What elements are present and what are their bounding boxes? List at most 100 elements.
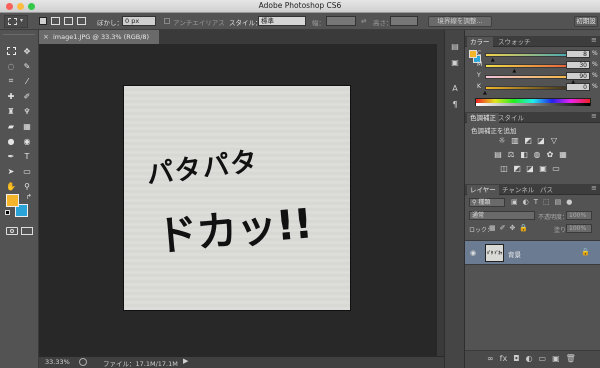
lock-image-icon[interactable]: ✐ — [500, 224, 506, 232]
value-k[interactable]: 0 — [566, 83, 590, 91]
marquee-tool-icon[interactable] — [3, 44, 19, 58]
intersect-selection-icon[interactable] — [77, 17, 86, 25]
pen-tool-icon[interactable]: ✒ — [3, 149, 19, 163]
filter-pixel-icon[interactable]: ▣ — [511, 198, 518, 206]
canvas-area[interactable]: パタパタ ドカッ!! — [39, 44, 437, 356]
style-select[interactable]: 標準 — [258, 16, 306, 26]
panel-menu-icon[interactable]: ≡ — [591, 36, 597, 44]
slider-thumb-y[interactable]: ▲ — [571, 80, 576, 85]
lock-transparent-icon[interactable]: ▦ — [489, 224, 496, 232]
hand-tool-icon[interactable]: ✋ — [3, 179, 19, 193]
value-c[interactable]: 8 — [566, 50, 590, 58]
width-input[interactable] — [326, 16, 356, 26]
workspace-button[interactable]: 初期設 — [574, 16, 598, 27]
exposure-adjustment-icon[interactable]: ◪ — [536, 137, 546, 145]
document-tab[interactable]: × image1.JPG @ 33.3% (RGB/8) — [39, 30, 159, 44]
tab-layers[interactable]: レイヤー — [467, 185, 499, 195]
vertical-scrollbar[interactable] — [437, 44, 444, 356]
curves-adjustment-icon[interactable]: ◩ — [523, 137, 533, 145]
layer-name[interactable]: 背景 — [508, 249, 521, 259]
blend-mode-select[interactable]: 通常 — [469, 211, 535, 220]
eraser-tool-icon[interactable]: ▰ — [3, 119, 19, 133]
swap-colors-icon[interactable]: ↱ — [26, 193, 32, 201]
threshold-adjustment-icon[interactable]: ◪ — [525, 165, 535, 173]
panel-menu-icon[interactable]: ≡ — [591, 184, 597, 192]
slider-thumb-c[interactable]: ▲ — [491, 58, 496, 63]
selective-color-adjustment-icon[interactable]: ▣ — [538, 165, 548, 173]
character-panel-icon[interactable]: A — [448, 84, 462, 96]
swap-icon[interactable]: ⇄ — [361, 17, 366, 25]
default-colors-icon[interactable] — [5, 210, 10, 215]
new-layer-icon[interactable]: ▣ — [552, 354, 560, 363]
zoom-level[interactable]: 33.33% — [45, 358, 70, 366]
document-image[interactable]: パタパタ ドカッ!! — [124, 86, 350, 310]
refine-edge-button[interactable]: 境界線を調整... — [428, 16, 492, 27]
new-adjustment-layer-icon[interactable]: ◐ — [526, 354, 533, 363]
filter-smart-icon[interactable]: ▤ — [555, 198, 562, 206]
clone-stamp-tool-icon[interactable]: ♜ — [3, 104, 19, 118]
slider-thumb-k[interactable]: ▲ — [483, 91, 488, 96]
type-tool-icon[interactable]: T — [19, 149, 35, 163]
black-white-adjustment-icon[interactable]: ◧ — [519, 151, 529, 159]
filter-toggle-icon[interactable]: ● — [566, 198, 572, 206]
value-m[interactable]: 30 — [566, 61, 590, 69]
lasso-tool-icon[interactable]: ◌ — [3, 59, 19, 73]
filter-type-icon[interactable]: T — [534, 198, 538, 206]
opacity-input[interactable]: 100% — [566, 211, 592, 220]
gradient-tool-icon[interactable]: ▦ — [19, 119, 35, 133]
panel-menu-icon[interactable]: ≡ — [591, 112, 597, 120]
filter-adjust-icon[interactable]: ◐ — [523, 198, 529, 206]
screen-mode-icon[interactable] — [21, 227, 33, 235]
close-tab-icon[interactable]: × — [43, 30, 49, 44]
move-tool-icon[interactable]: ✥ — [19, 44, 35, 58]
tab-paths[interactable]: パス — [537, 185, 556, 195]
history-brush-tool-icon[interactable]: ♆ — [19, 104, 35, 118]
slider-thumb-m[interactable]: ▲ — [512, 69, 517, 74]
panel-foreground-swatch[interactable] — [469, 50, 477, 58]
photo-filter-adjustment-icon[interactable]: ◍ — [532, 151, 542, 159]
tab-swatches[interactable]: スウォッチ — [495, 37, 534, 47]
crop-tool-icon[interactable]: ⌗ — [3, 74, 19, 88]
new-group-icon[interactable]: ▭ — [539, 354, 547, 363]
rectangle-tool-icon[interactable]: ▭ — [19, 164, 35, 178]
filter-shape-icon[interactable]: ⬚ — [543, 198, 550, 206]
history-panel-icon[interactable]: ▤ — [448, 42, 462, 54]
posterize-adjustment-icon[interactable]: ◩ — [512, 165, 522, 173]
fill-input[interactable]: 100% — [566, 224, 592, 233]
paragraph-panel-icon[interactable]: ¶ — [448, 100, 462, 112]
dodge-tool-icon[interactable]: ◉ — [19, 134, 35, 148]
lock-all-icon[interactable]: 🔒 — [519, 224, 528, 232]
feather-input[interactable]: 0 px — [122, 16, 156, 26]
link-layers-icon[interactable]: ∞ — [487, 354, 494, 363]
add-selection-icon[interactable] — [51, 17, 60, 25]
healing-brush-tool-icon[interactable]: ✚ — [3, 89, 19, 103]
eyedropper-tool-icon[interactable]: ⁄ — [19, 74, 35, 88]
gradient-map-adjustment-icon[interactable]: ▭ — [551, 165, 561, 173]
levels-adjustment-icon[interactable]: ▥ — [510, 137, 520, 145]
tab-color[interactable]: カラー — [467, 37, 493, 47]
add-mask-icon[interactable]: ◘ — [513, 354, 519, 363]
layer-row-background[interactable]: ◉ ﾊﾟﾀ ﾄﾞｶｯ 背景 🔒 — [465, 240, 600, 265]
delete-layer-icon[interactable]: 🗑 — [566, 354, 576, 363]
brush-tool-icon[interactable]: ✐ — [19, 89, 35, 103]
layer-visibility-eye-icon[interactable]: ◉ — [470, 249, 476, 257]
hue-adjustment-icon[interactable]: ▤ — [493, 151, 503, 159]
color-spectrum-ramp[interactable] — [475, 98, 591, 106]
antialias-checkbox[interactable] — [164, 18, 170, 24]
toolbox-grip[interactable] — [3, 34, 35, 38]
tab-channels[interactable]: チャンネル — [499, 185, 537, 195]
foreground-color-swatch[interactable] — [6, 194, 19, 207]
tool-preset-picker[interactable]: ▾ — [4, 15, 28, 28]
share-icon[interactable] — [79, 358, 87, 366]
layer-style-icon[interactable]: fx — [500, 354, 508, 363]
channel-mixer-adjustment-icon[interactable]: ✿ — [545, 151, 555, 159]
color-lookup-adjustment-icon[interactable]: ▦ — [558, 151, 568, 159]
color-balance-adjustment-icon[interactable]: ⚖ — [506, 151, 516, 159]
quick-mask-icon[interactable] — [6, 227, 18, 235]
tab-styles[interactable]: スタイル — [495, 113, 527, 123]
new-selection-icon[interactable] — [39, 17, 47, 25]
swatch-panel-icon[interactable]: ▣ — [448, 58, 462, 70]
lock-position-icon[interactable]: ✥ — [510, 224, 516, 232]
value-y[interactable]: 90 — [566, 72, 590, 80]
height-input[interactable] — [390, 16, 418, 26]
